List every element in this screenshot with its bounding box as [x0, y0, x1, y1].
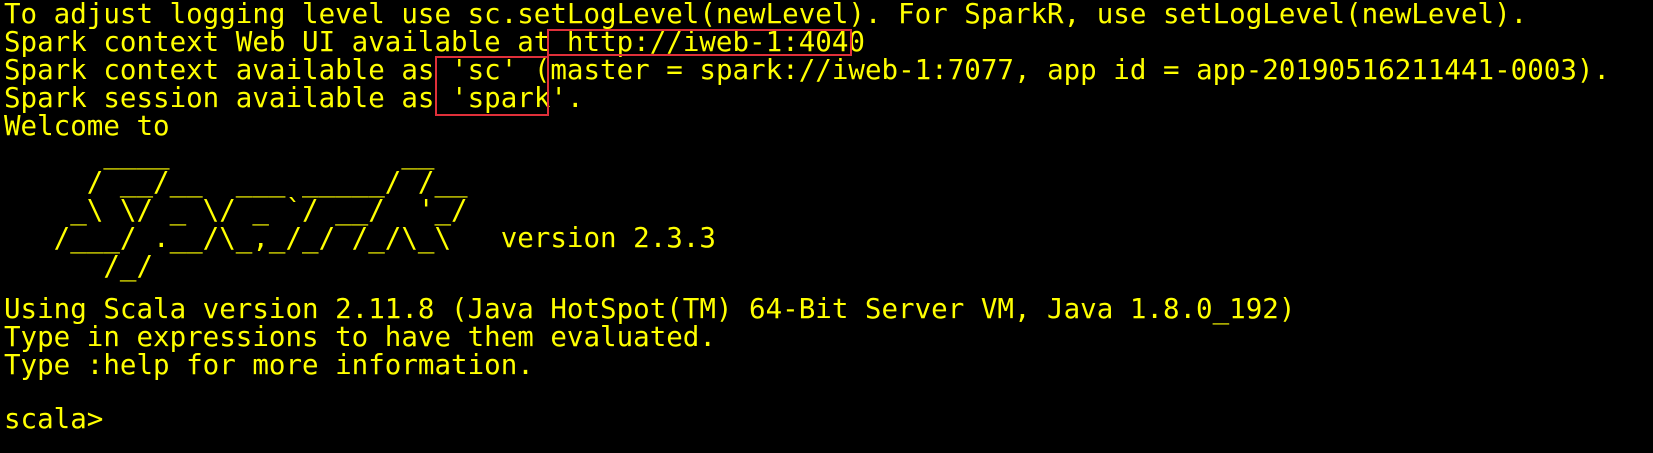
welcome-line: Welcome to [4, 110, 170, 142]
session-suffix: . [566, 82, 584, 114]
type-expr-line: Type in expressions to have them evaluat… [4, 321, 716, 353]
spark-banner-line-5: /_/ [4, 250, 154, 282]
spark-banner-line-1: ____ __ [4, 138, 435, 170]
terminal-window[interactable]: To adjust logging level use sc.setLogLev… [0, 0, 1653, 453]
scala-version-line: Using Scala version 2.11.8 (Java HotSpot… [4, 293, 1296, 325]
webui-line: Spark context Web UI available at http:/… [4, 28, 865, 56]
prompt-line[interactable]: scala> [4, 405, 103, 433]
spark-banner-line-2: / __/__ ___ _____/ /__ [4, 166, 468, 198]
session-line: Spark session available as 'spark'. [4, 84, 584, 112]
type-help-line: Type :help for more information. [4, 349, 534, 381]
spark-banner-line-4: /___/ .__/\_,_/_/ /_/\_\ version 2.3.3 [4, 222, 716, 254]
log-level-line: To adjust logging level use sc.setLogLev… [4, 0, 1528, 30]
spark-banner-line-3: _\ \/ _ \/ _ `/ __/ '_/ [4, 194, 468, 226]
session-name: 'spark' [451, 82, 567, 114]
context-suffix: (master = spark://iweb-1:7077, app id = … [517, 54, 1610, 86]
scala-prompt: scala> [4, 403, 104, 435]
context-line: Spark context available as 'sc' (master … [4, 56, 1610, 84]
